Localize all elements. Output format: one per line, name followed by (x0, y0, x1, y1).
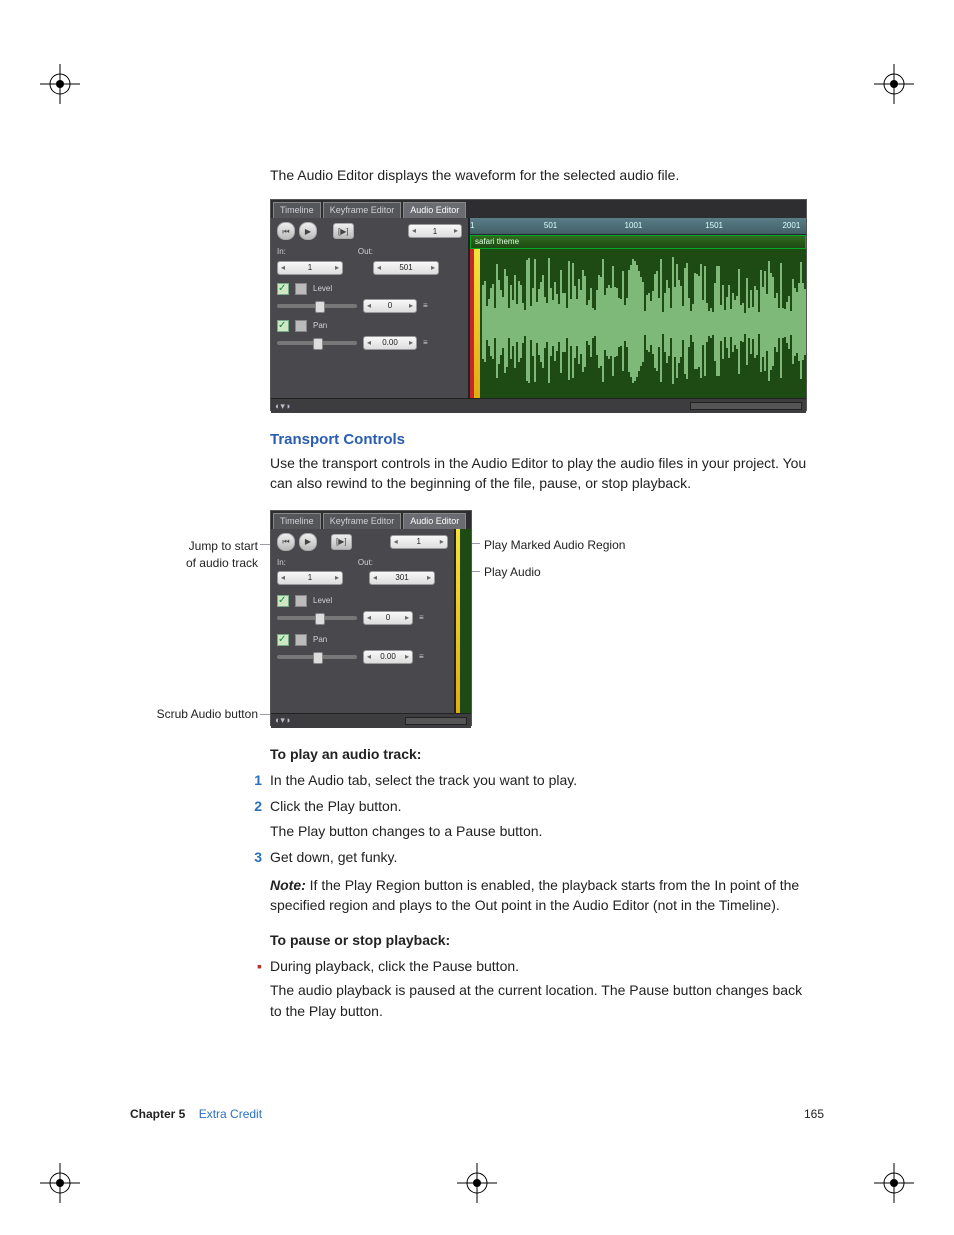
ruler-tick: 1001 (625, 220, 643, 232)
zoom-slider[interactable] (405, 717, 467, 725)
ruler-tick: 2001 (782, 220, 800, 232)
out-label: Out: (358, 246, 373, 258)
in-field[interactable]: 1 (277, 261, 343, 275)
jump-to-start-button[interactable]: ⏮ (277, 533, 295, 551)
section-body: Use the transport controls in the Audio … (270, 453, 810, 494)
callout-jump-to-start-line1: Jump to start (189, 539, 258, 553)
step-3: 3Get down, get funky. (270, 847, 810, 867)
in-label: In: (277, 246, 286, 258)
level-label: Level (313, 283, 332, 295)
tab-audio-editor[interactable]: Audio Editor (403, 513, 466, 529)
level-keyframe-icon[interactable] (295, 595, 307, 607)
section-heading-transport-controls: Transport Controls (270, 429, 810, 451)
play-button[interactable]: ▶ (299, 222, 317, 240)
tab-audio-editor[interactable]: Audio Editor (403, 202, 466, 218)
zoom-slider[interactable] (690, 402, 802, 410)
pan-menu-icon[interactable]: ≡ (423, 337, 428, 349)
time-ruler[interactable]: 1 501 1001 1501 2001 (470, 218, 806, 235)
crop-mark-top-left (40, 64, 80, 104)
footer-chapter-title: Extra Credit (199, 1107, 262, 1121)
intro-text: The Audio Editor displays the waveform f… (270, 165, 810, 185)
audio-editor-screenshot-1: Timeline Keyframe Editor Audio Editor ⏮ … (270, 199, 807, 411)
waveform[interactable] (470, 249, 806, 398)
callout-play-audio: Play Audio (484, 564, 541, 581)
waveform-stub (456, 529, 471, 713)
tab-keyframe-editor[interactable]: Keyframe Editor (323, 513, 402, 529)
pan-menu-icon[interactable]: ≡ (419, 651, 424, 663)
level-checkbox[interactable] (277, 283, 289, 295)
footer-page-number: 165 (804, 1107, 824, 1121)
crop-mark-bottom-center (457, 1163, 497, 1203)
tab-timeline[interactable]: Timeline (273, 202, 321, 218)
out-field[interactable]: 301 (369, 571, 435, 585)
level-field[interactable]: 0 (363, 611, 413, 625)
level-field[interactable]: 0 (363, 299, 417, 313)
jump-to-start-button[interactable]: ⏮ (277, 222, 295, 240)
note-label: Note: (270, 877, 306, 893)
track-header[interactable]: safari theme (470, 235, 806, 249)
footer-chapter: Chapter 5 (130, 1107, 185, 1121)
pan-label: Pan (313, 634, 327, 646)
in-label: In: (277, 557, 286, 569)
control-column: ⏮ ▶ [▶] 1 In: Out: 1 501 (271, 218, 470, 398)
scrub-audio-button[interactable]: ◐▾◑ (275, 714, 290, 727)
task-head-play: To play an audio track: (270, 744, 810, 764)
frame-field[interactable]: 1 (408, 224, 462, 238)
crop-mark-top-right (874, 64, 914, 104)
ruler-tick: 501 (544, 220, 557, 232)
note-paragraph: Note: If the Play Region button is enabl… (270, 875, 810, 916)
frame-field[interactable]: 1 (390, 535, 448, 549)
tab-strip: Timeline Keyframe Editor Audio Editor (271, 200, 806, 218)
bullet-pause: ▪ During playback, click the Pause butto… (270, 956, 810, 1021)
pan-field[interactable]: 0.00 (363, 650, 413, 664)
step-1: 1In the Audio tab, select the track you … (270, 770, 810, 790)
out-label: Out: (358, 557, 373, 569)
ruler-tick: 1501 (705, 220, 723, 232)
step-2: 2 Click the Play button. The Play button… (270, 796, 810, 841)
note-body: If the Play Region button is enabled, th… (270, 877, 799, 913)
pan-field[interactable]: 0.00 (363, 336, 417, 350)
callout-play-region: Play Marked Audio Region (484, 537, 625, 554)
crop-mark-bottom-right (874, 1163, 914, 1203)
callout-jump-to-start-line2: of audio track (186, 556, 258, 570)
tab-keyframe-editor[interactable]: Keyframe Editor (323, 202, 402, 218)
level-keyframe-icon[interactable] (295, 283, 307, 295)
tab-timeline[interactable]: Timeline (273, 513, 321, 529)
pan-slider[interactable] (277, 341, 357, 345)
in-field[interactable]: 1 (277, 571, 343, 585)
level-menu-icon[interactable]: ≡ (419, 612, 424, 624)
callout-scrub: Scrub Audio button (157, 707, 258, 721)
level-slider[interactable] (277, 304, 357, 308)
level-label: Level (313, 595, 332, 607)
bullet-pause-after: The audio playback is paused at the curr… (270, 980, 810, 1021)
step-2-after: The Play button changes to a Pause butto… (270, 821, 542, 841)
pan-label: Pan (313, 320, 327, 332)
pan-checkbox[interactable] (277, 320, 289, 332)
pan-slider[interactable] (277, 655, 357, 659)
level-slider[interactable] (277, 616, 357, 620)
task-head-pause: To pause or stop playback: (270, 930, 810, 950)
scrub-audio-button[interactable]: ◐▾◑ (275, 400, 290, 413)
play-button[interactable]: ▶ (299, 533, 317, 551)
pan-checkbox[interactable] (277, 634, 289, 646)
crop-mark-bottom-left (40, 1163, 80, 1203)
page-footer: Chapter 5 Extra Credit 165 (130, 1107, 824, 1121)
audio-editor-screenshot-2: Timeline Keyframe Editor Audio Editor ⏮ … (270, 510, 472, 726)
ruler-tick: 1 (470, 220, 474, 232)
level-checkbox[interactable] (277, 595, 289, 607)
pan-keyframe-icon[interactable] (295, 634, 307, 646)
out-field[interactable]: 501 (373, 261, 439, 275)
play-region-button[interactable]: [▶] (333, 223, 354, 239)
level-menu-icon[interactable]: ≡ (423, 300, 428, 312)
pan-keyframe-icon[interactable] (295, 320, 307, 332)
play-region-button[interactable]: [▶] (331, 534, 352, 550)
